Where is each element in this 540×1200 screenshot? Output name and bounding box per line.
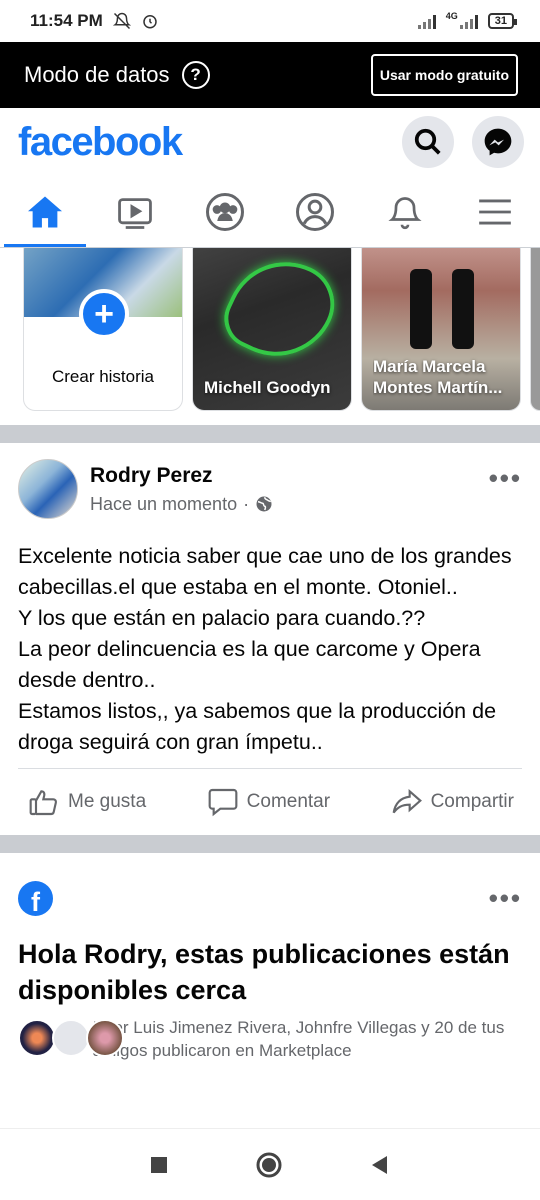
recent-apps-icon[interactable] <box>149 1155 169 1175</box>
search-button[interactable] <box>402 116 454 168</box>
story-create[interactable]: + Crear historia <box>23 248 183 411</box>
section-divider <box>0 425 540 443</box>
share-label: Compartir <box>430 791 514 812</box>
avatar[interactable] <box>18 459 78 519</box>
post-paragraph: Estamos listos,, ya sabemos que la produ… <box>18 699 497 754</box>
post-paragraph: La peor delincuencia es la que carcome y… <box>18 637 481 692</box>
data-mode-bar: Modo de datos ? Usar modo gratuito <box>0 42 540 108</box>
header-buttons <box>402 116 524 168</box>
data-mode-left: Modo de datos ? <box>24 61 210 89</box>
like-button[interactable]: Me gusta <box>28 786 146 818</box>
home-icon <box>28 196 62 227</box>
help-icon[interactable]: ? <box>181 61 210 89</box>
facebook-icon: f <box>18 881 53 916</box>
network-type: 4G <box>445 11 458 21</box>
status-time: 11:54 PM <box>30 11 103 30</box>
tab-watch[interactable] <box>90 176 180 247</box>
bell-mute-icon <box>112 12 131 30</box>
globe-icon <box>256 496 272 512</box>
story-image <box>402 248 482 349</box>
messenger-button[interactable] <box>472 116 524 168</box>
story-author-line1: María Marcela <box>373 357 486 376</box>
battery-icon: 31 <box>487 13 518 29</box>
app-header: facebook <box>0 108 540 176</box>
facebook-logo[interactable]: facebook <box>18 120 183 165</box>
story-author: María Marcela Montes Martín... <box>373 356 510 398</box>
tab-groups[interactable] <box>180 176 270 247</box>
tab-menu[interactable] <box>450 176 540 247</box>
search-icon <box>414 128 441 155</box>
avatar <box>52 1019 90 1057</box>
tab-notifications[interactable] <box>360 176 450 247</box>
story-michell[interactable]: Michell Goodyn <box>192 248 352 411</box>
tab-bar <box>0 176 540 248</box>
notifications-icon <box>388 196 422 229</box>
suggestion-title[interactable]: Hola Rodry, estas publicaciones están di… <box>18 936 522 1008</box>
friend-avatars <box>18 1019 124 1059</box>
tab-home[interactable] <box>0 176 90 247</box>
feed-post: Rodry Perez Hace un momento · ••• Excele… <box>0 443 540 835</box>
tab-profile[interactable] <box>270 176 360 247</box>
post-meta: Rodry Perez Hace un momento · <box>90 464 489 515</box>
system-nav-bar <box>0 1128 540 1200</box>
post-author[interactable]: Rodry Perez <box>90 464 489 488</box>
post-more-button[interactable]: ••• <box>489 463 522 494</box>
menu-icon <box>479 198 511 225</box>
create-story-label: Crear historia <box>51 367 155 386</box>
story-image <box>214 248 348 376</box>
stories-carousel[interactable]: + Crear historia Michell Goodyn María Ma… <box>0 248 540 425</box>
suggestion-more-button[interactable]: ••• <box>489 883 522 914</box>
post-header: Rodry Perez Hace un momento · ••• <box>18 443 522 535</box>
post-body: Excelente noticia saber que cae uno de l… <box>18 535 522 769</box>
groups-icon <box>206 192 244 231</box>
comment-button[interactable]: Comentar <box>207 786 330 818</box>
post-paragraph: Y los que están en palacio para cuando.?… <box>18 606 426 630</box>
suggestion-header: f ••• <box>18 881 522 916</box>
signal-icon-2 <box>459 13 478 29</box>
story-maria[interactable]: María Marcela Montes Martín... <box>361 248 521 411</box>
marketplace-suggestion[interactable]: f ••• Hola Rodry, estas publicaciones es… <box>0 853 540 1062</box>
story-next[interactable] <box>530 248 540 411</box>
post-time-row: Hace un momento · <box>90 494 489 515</box>
post-paragraph: Excelente noticia saber que cae uno de l… <box>18 544 512 599</box>
share-icon <box>392 788 422 814</box>
like-icon <box>29 790 58 816</box>
back-icon[interactable] <box>369 1154 391 1176</box>
share-button[interactable]: Compartir <box>391 786 514 818</box>
status-bar: 11:54 PM 4G 31 <box>0 0 540 42</box>
section-divider <box>0 835 540 853</box>
avatar <box>86 1019 124 1057</box>
status-left: 11:54 PM <box>30 11 159 31</box>
avatar <box>18 1019 56 1057</box>
free-mode-button[interactable]: Usar modo gratuito <box>370 54 518 96</box>
suggestion-text: Eder Luis Jimenez Rivera, Johnfre Villeg… <box>92 1018 505 1060</box>
messenger-icon <box>484 128 512 156</box>
comment-label: Comentar <box>246 791 331 812</box>
dot-separator: · <box>243 493 250 514</box>
suggestion-people: Eder Luis Jimenez Rivera, Johnfre Villeg… <box>18 1016 522 1062</box>
add-story-icon[interactable]: + <box>79 289 129 339</box>
story-author-line2: Montes Martín... <box>373 378 503 397</box>
post-time[interactable]: Hace un momento <box>90 494 237 515</box>
watch-icon <box>118 197 152 229</box>
status-right: 4G 31 <box>417 11 518 29</box>
home-nav-icon[interactable] <box>255 1151 283 1179</box>
post-actions: Me gusta Comentar Compartir <box>18 769 522 835</box>
profile-icon <box>296 192 334 231</box>
story-author: Michell Goodyn <box>204 378 331 397</box>
data-mode-label: Modo de datos <box>24 62 170 87</box>
comment-icon <box>208 788 238 817</box>
signal-icon <box>417 13 436 29</box>
like-label: Me gusta <box>68 791 147 812</box>
alarm-icon <box>143 15 157 29</box>
